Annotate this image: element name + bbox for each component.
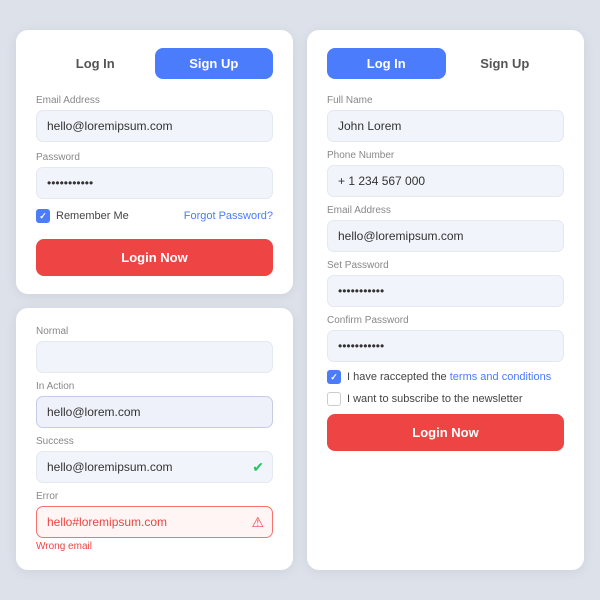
phone-input[interactable] bbox=[327, 165, 564, 197]
terms-row: I have raccepted the terms and condition… bbox=[327, 370, 564, 384]
success-icon: ✔ bbox=[252, 459, 264, 476]
signup-email-label: Email Address bbox=[327, 205, 564, 216]
error-input[interactable] bbox=[36, 506, 273, 538]
signup-tab-login[interactable]: Log In bbox=[327, 48, 446, 79]
success-input[interactable] bbox=[36, 451, 273, 483]
remember-label: Remember Me bbox=[56, 210, 129, 222]
normal-label: Normal bbox=[36, 326, 273, 337]
newsletter-row: I want to subscribe to the newsletter bbox=[327, 392, 564, 406]
normal-field-wrap bbox=[36, 341, 273, 373]
newsletter-label: I want to subscribe to the newsletter bbox=[347, 393, 522, 405]
signup-card: Log In Sign Up Full Name Phone Number Em… bbox=[307, 30, 584, 570]
inaction-field-wrap bbox=[36, 396, 273, 428]
error-field-wrap: ⚠ bbox=[36, 506, 273, 538]
success-label: Success bbox=[36, 436, 273, 447]
confirmpassword-field-wrap bbox=[327, 330, 564, 362]
remember-me-group: Remember Me bbox=[36, 209, 129, 223]
phone-field-wrap bbox=[327, 165, 564, 197]
password-field-wrap bbox=[36, 167, 273, 199]
error-label: Error bbox=[36, 491, 273, 502]
password-label: Password bbox=[36, 152, 273, 163]
fullname-field-wrap bbox=[327, 110, 564, 142]
confirmpassword-input[interactable] bbox=[327, 330, 564, 362]
fullname-label: Full Name bbox=[327, 95, 564, 106]
normal-input[interactable] bbox=[36, 341, 273, 373]
remember-checkbox[interactable] bbox=[36, 209, 50, 223]
setpassword-label: Set Password bbox=[327, 260, 564, 271]
phone-label: Phone Number bbox=[327, 150, 564, 161]
states-card: Normal In Action Success ✔ Error ⚠ Wrong… bbox=[16, 308, 293, 570]
error-text: Wrong email bbox=[36, 541, 273, 552]
newsletter-checkbox[interactable] bbox=[327, 392, 341, 406]
fullname-input[interactable] bbox=[327, 110, 564, 142]
terms-link[interactable]: terms and conditions bbox=[450, 371, 552, 383]
inaction-label: In Action bbox=[36, 381, 273, 392]
setpassword-field-wrap bbox=[327, 275, 564, 307]
password-input[interactable] bbox=[36, 167, 273, 199]
signup-email-field-wrap bbox=[327, 220, 564, 252]
signup-email-input[interactable] bbox=[327, 220, 564, 252]
login-tabs: Log In Sign Up bbox=[36, 48, 273, 79]
signup-login-button[interactable]: Login Now bbox=[327, 414, 564, 451]
success-field-wrap: ✔ bbox=[36, 451, 273, 483]
email-field-wrap bbox=[36, 110, 273, 142]
forgot-password-link[interactable]: Forgot Password? bbox=[184, 210, 273, 222]
tab-signup[interactable]: Sign Up bbox=[155, 48, 274, 79]
error-icon: ⚠ bbox=[251, 514, 264, 531]
signup-tab-signup[interactable]: Sign Up bbox=[446, 48, 565, 79]
setpassword-input[interactable] bbox=[327, 275, 564, 307]
tab-login[interactable]: Log In bbox=[36, 48, 155, 79]
login-card: Log In Sign Up Email Address Password Re… bbox=[16, 30, 293, 294]
login-button[interactable]: Login Now bbox=[36, 239, 273, 276]
terms-checkbox[interactable] bbox=[327, 370, 341, 384]
email-input[interactable] bbox=[36, 110, 273, 142]
terms-text: I have raccepted the terms and condition… bbox=[347, 371, 551, 383]
remember-row: Remember Me Forgot Password? bbox=[36, 209, 273, 223]
inaction-input[interactable] bbox=[36, 396, 273, 428]
confirmpassword-label: Confirm Password bbox=[327, 315, 564, 326]
email-label: Email Address bbox=[36, 95, 273, 106]
signup-tabs: Log In Sign Up bbox=[327, 48, 564, 79]
